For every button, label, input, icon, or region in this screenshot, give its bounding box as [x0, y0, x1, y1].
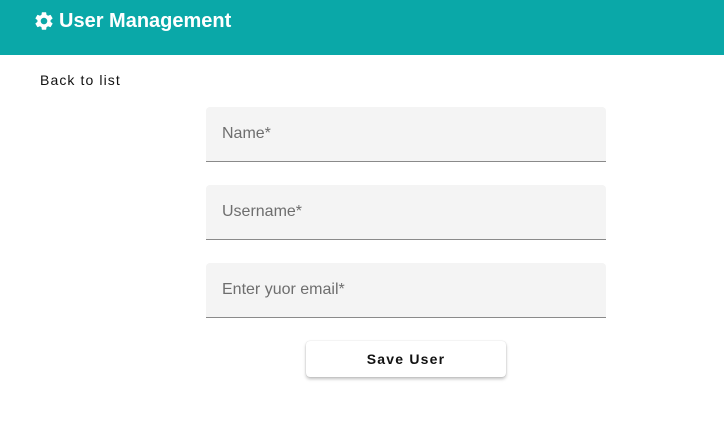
- gear-icon: [33, 10, 55, 32]
- name-input[interactable]: [206, 107, 606, 161]
- page-title: User Management: [59, 10, 232, 32]
- name-field[interactable]: [206, 107, 606, 162]
- email-input[interactable]: [206, 263, 606, 317]
- username-field[interactable]: [206, 185, 606, 240]
- back-to-list-link[interactable]: Back to list: [40, 70, 121, 90]
- save-user-button[interactable]: Save User: [306, 341, 506, 377]
- app-toolbar: User Management: [0, 0, 724, 55]
- email-field[interactable]: [206, 263, 606, 318]
- username-input[interactable]: [206, 185, 606, 239]
